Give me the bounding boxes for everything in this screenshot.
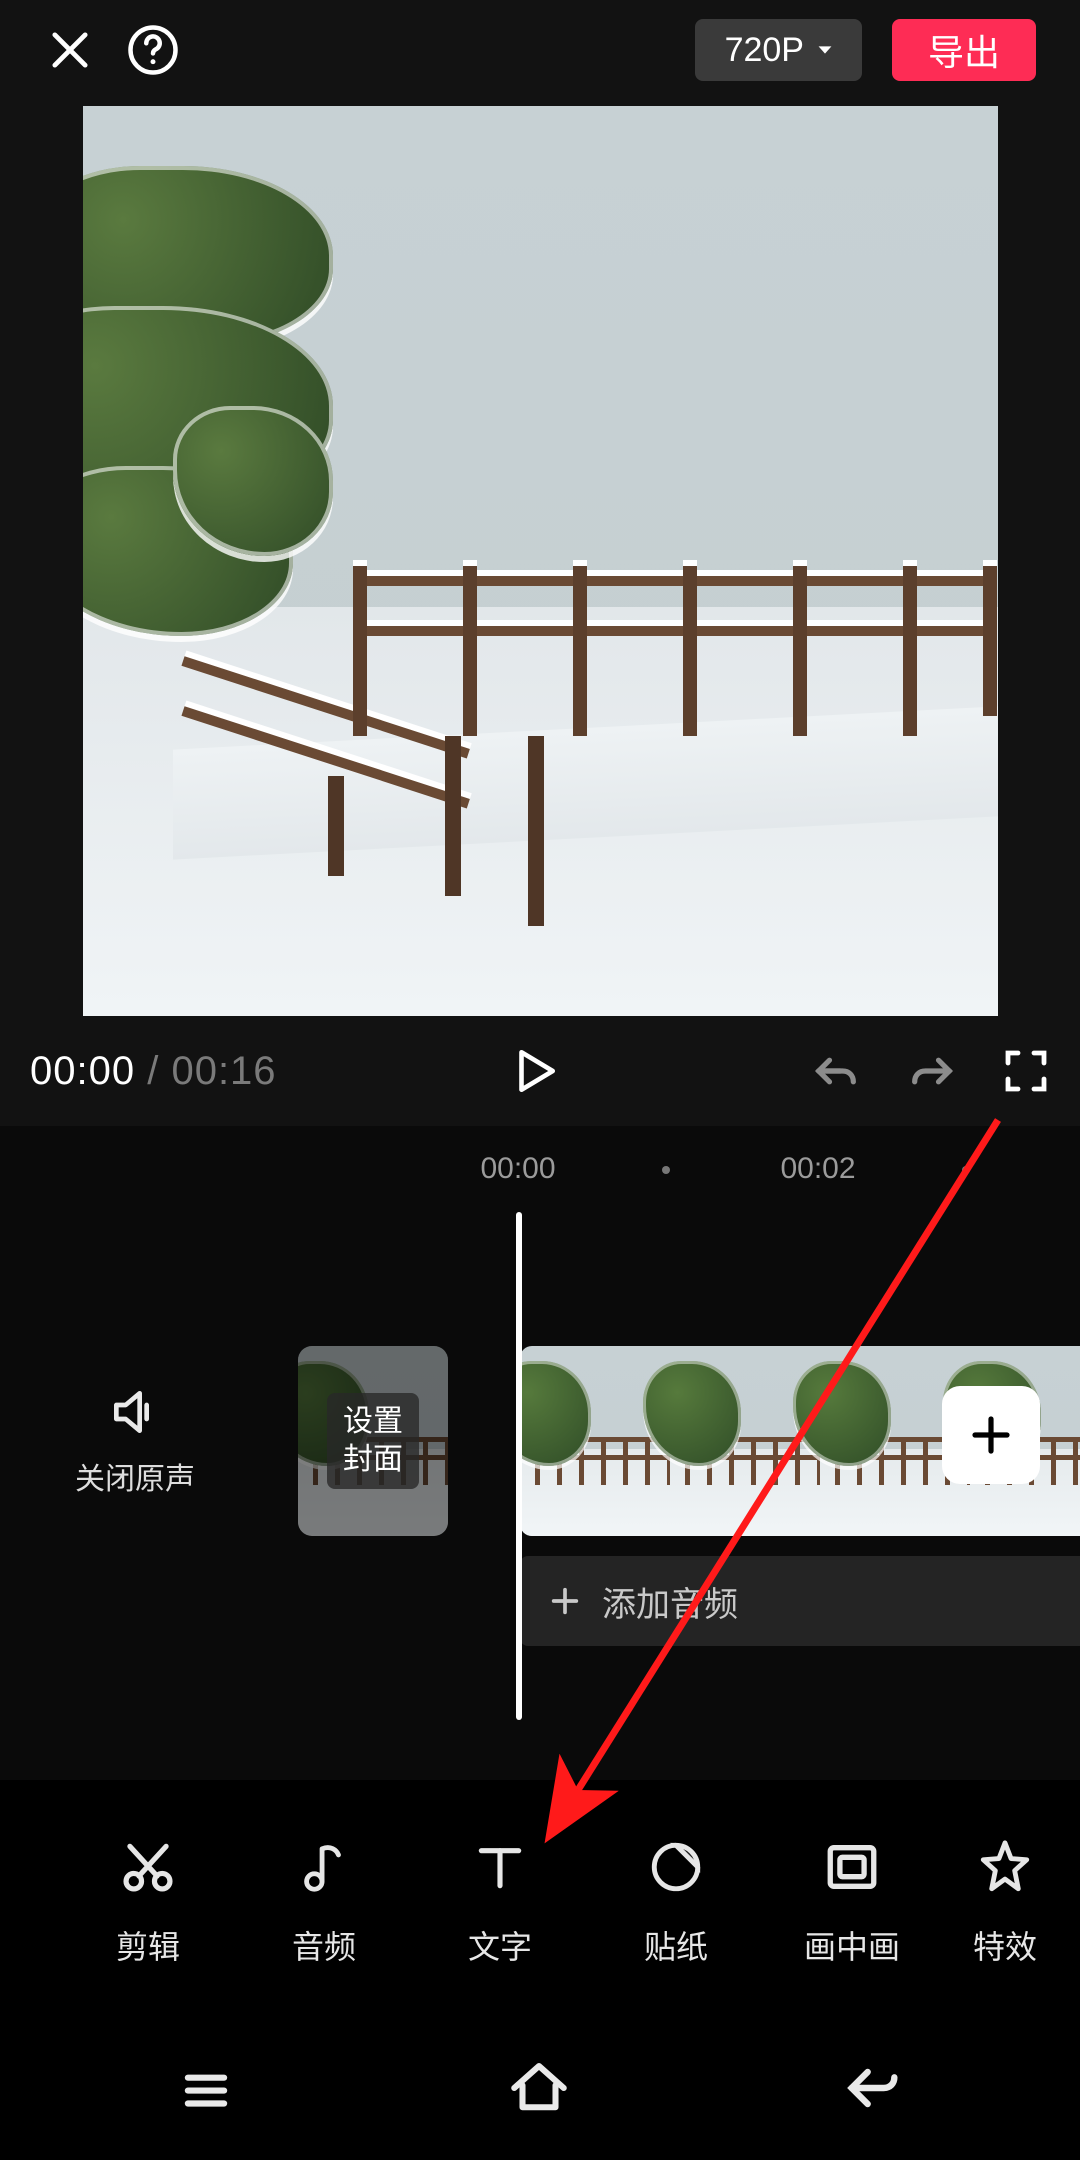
add-clip-button[interactable] [942, 1386, 1040, 1484]
plus-icon [967, 1411, 1015, 1459]
help-button[interactable] [126, 23, 180, 77]
total-duration: 00:16 [171, 1049, 276, 1093]
speaker-icon [107, 1384, 163, 1440]
resolution-label: 720P [725, 31, 804, 70]
export-button[interactable]: 导出 [892, 19, 1036, 81]
sticker-icon [647, 1832, 705, 1902]
top-bar: 720P 导出 [0, 0, 1080, 100]
mute-label: 关闭原声 [75, 1454, 195, 1498]
mute-original-audio-button[interactable]: 关闭原声 [0, 1384, 270, 1498]
resolution-selector[interactable]: 720P [695, 19, 862, 81]
picture-in-picture-icon [823, 1832, 881, 1902]
redo-button[interactable] [906, 1045, 958, 1097]
redo-icon [906, 1045, 958, 1097]
clip-frame [520, 1346, 670, 1536]
bottom-toolbar: 剪辑 音频 文字 贴纸 画中画 特效 [0, 1780, 1080, 2020]
undo-icon [810, 1045, 862, 1097]
tool-pip[interactable]: 画中画 [764, 1832, 940, 1968]
preview-area [0, 100, 1080, 1016]
export-label: 导出 [928, 24, 1000, 76]
play-icon [509, 1043, 559, 1099]
tool-label: 文字 [468, 1922, 532, 1968]
cover-label: 设置封面 [327, 1393, 419, 1489]
close-button[interactable] [44, 24, 96, 76]
fullscreen-button[interactable] [1002, 1047, 1050, 1095]
system-home-button[interactable] [506, 2055, 572, 2126]
playhead[interactable] [516, 1212, 522, 1720]
tool-effects[interactable]: 特效 [940, 1832, 1070, 1968]
set-cover-button[interactable]: 设置封面 [298, 1346, 448, 1536]
scissors-icon [117, 1832, 179, 1902]
ruler-tick: 00:00 [480, 1152, 555, 1186]
video-preview[interactable] [83, 106, 998, 1016]
play-button[interactable] [509, 1043, 559, 1099]
timeline-area[interactable]: 00:00 00:02 关闭原声 设置封面 [0, 1126, 1080, 1780]
plus-icon [548, 1584, 582, 1618]
tool-sticker[interactable]: 贴纸 [588, 1832, 764, 1968]
tool-label: 画中画 [804, 1922, 900, 1968]
add-audio-label: 添加音频 [602, 1577, 738, 1626]
ruler-dot [662, 1166, 670, 1174]
current-time: 00:00 [30, 1049, 135, 1093]
system-menu-button[interactable] [175, 2057, 237, 2124]
tool-text[interactable]: 文字 [412, 1832, 588, 1968]
clip-frame [670, 1346, 820, 1536]
add-audio-button[interactable]: 添加音频 [520, 1556, 1080, 1646]
star-icon [976, 1832, 1034, 1902]
ruler-tick: 00:02 [780, 1152, 855, 1186]
text-icon [472, 1832, 528, 1902]
chevron-down-icon [814, 39, 836, 61]
fullscreen-icon [1002, 1047, 1050, 1095]
tool-edit[interactable]: 剪辑 [60, 1832, 236, 1968]
video-track: 关闭原声 设置封面 [0, 1346, 1080, 1536]
time-ruler: 00:00 00:02 [0, 1152, 1080, 1202]
playback-bar: 00:00 / 00:16 [0, 1016, 1080, 1126]
tool-label: 音频 [292, 1922, 356, 1968]
time-display: 00:00 / 00:16 [30, 1049, 277, 1094]
system-back-button[interactable] [841, 2056, 905, 2125]
undo-button[interactable] [810, 1045, 862, 1097]
tool-label: 特效 [973, 1922, 1037, 1968]
tool-label: 贴纸 [644, 1922, 708, 1968]
tool-label: 剪辑 [116, 1922, 180, 1968]
music-note-icon [295, 1832, 353, 1902]
system-nav-bar [0, 2020, 1080, 2160]
ruler-dot [962, 1166, 970, 1174]
tool-audio[interactable]: 音频 [236, 1832, 412, 1968]
